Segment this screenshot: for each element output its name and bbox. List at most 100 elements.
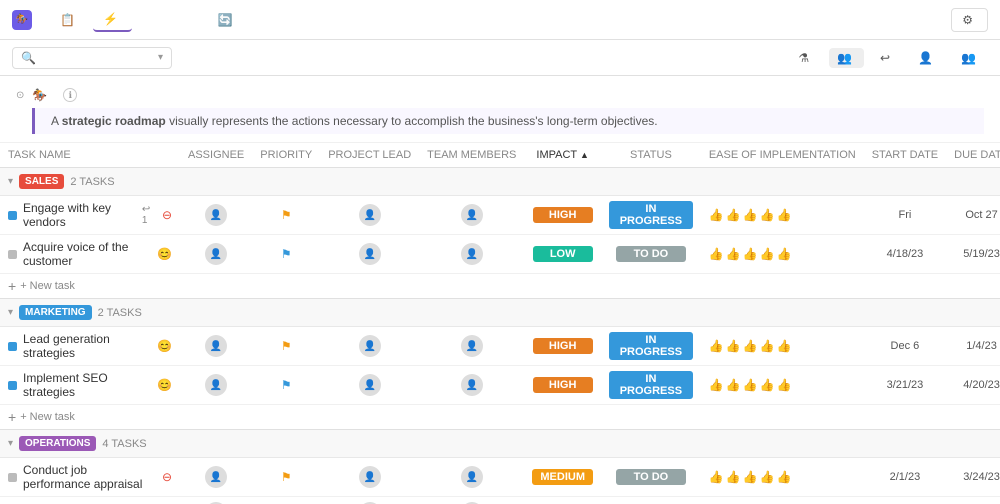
col-header-impact[interactable]: IMPACT ▲ [524,143,601,168]
priority-cell[interactable]: ⚑ [252,497,320,504]
lead-avatar[interactable]: 👤 [359,466,381,488]
filter-button[interactable]: ⚗ [790,48,821,68]
status-cell[interactable]: TO DO [601,235,701,274]
status-cell[interactable]: IN PROGRESS [601,196,701,235]
section-cell-operations: ▾ OPERATIONS 4 TASKS [0,430,1000,458]
col-header-priority: PRIORITY [252,143,320,168]
member-avatar[interactable]: 👤 [461,243,483,265]
table-container: TASK NAME ASSIGNEE PRIORITY PROJECT LEAD… [0,143,1000,504]
table-row[interactable]: Conduct job performance appraisal ⊖ 👤 ⚑ … [0,458,1000,497]
status-badge[interactable]: IN PROGRESS [609,201,693,229]
status-badge[interactable]: TO DO [616,469,686,485]
new-task-button[interactable]: + + New task [8,278,1000,294]
assignee-cell[interactable]: 👤 [180,366,252,405]
me-button[interactable]: 👤 [910,48,945,68]
ease-cell: 👍👍👍👍👍 [701,196,864,235]
members-cell[interactable]: 👤 [419,196,524,235]
lead-avatar[interactable]: 👤 [359,243,381,265]
priority-cell[interactable]: ⚑ [252,366,320,405]
assignee-button[interactable]: 👥 [953,48,988,68]
warning-icon: 😊 [157,247,172,261]
task-name: Acquire voice of the customer [23,240,151,268]
warning-icon: 😊 [157,378,172,392]
impact-cell: MEDIUM [524,497,601,504]
tab-gantt[interactable] [160,16,180,24]
tab-getting-started[interactable]: 📋 [50,9,89,31]
assignee-avatar[interactable]: 👤 [205,466,227,488]
assignee-cell[interactable]: 👤 [180,327,252,366]
assignee-avatar[interactable]: 👤 [205,204,227,226]
status-cell[interactable]: IN PROGRESS [601,327,701,366]
impact-cell: HIGH [524,366,601,405]
task-name: Conduct job performance appraisal [23,463,156,491]
assignee-cell[interactable]: 👤 [180,196,252,235]
search-box[interactable]: 🔍 ▾ [12,47,172,69]
priority-cell[interactable]: ⚑ [252,458,320,497]
lead-cell[interactable]: 👤 [320,366,419,405]
members-cell[interactable]: 👤 [419,458,524,497]
lead-cell[interactable]: 👤 [320,235,419,274]
lead-cell[interactable]: 👤 [320,327,419,366]
table-body: ▾ SALES 2 TASKS Engage with key vendors … [0,168,1000,504]
member-avatar[interactable]: 👤 [461,466,483,488]
section-chevron-sales[interactable]: ▾ [8,176,13,187]
members-cell[interactable]: 👤 [419,327,524,366]
collapse-icon[interactable]: ⊙ [16,90,24,101]
members-cell[interactable]: 👤 [419,497,524,504]
tab-timeline[interactable] [184,16,204,24]
assignee-avatar[interactable]: 👤 [205,335,227,357]
status-cell[interactable]: TO DO [601,458,701,497]
table-row[interactable]: Manpower Planning 😊 👤 ⚑ 👤 [0,497,1000,504]
section-chevron-marketing[interactable]: ▾ [8,307,13,318]
lead-avatar[interactable]: 👤 [359,204,381,226]
priority-cell[interactable]: ⚑ [252,327,320,366]
lead-cell[interactable]: 👤 [320,196,419,235]
add-view-btn[interactable] [251,16,271,24]
new-task-row-sales[interactable]: + + New task [0,274,1000,299]
assignee-avatar[interactable]: 👤 [205,243,227,265]
table-row[interactable]: Engage with key vendors ↩ 1⊖ 👤 ⚑ 👤 [0,196,1000,235]
section-header-sales: ▾ SALES 2 TASKS [8,174,1000,189]
automate-button[interactable]: ⚙ [951,8,988,32]
status-badge[interactable]: TO DO [616,246,686,262]
member-avatar[interactable]: 👤 [461,204,483,226]
subtasks-button[interactable]: ↩ [872,48,902,68]
lead-cell[interactable]: 👤 [320,497,419,504]
member-avatar[interactable]: 👤 [461,374,483,396]
assignee-avatar[interactable]: 👤 [205,374,227,396]
lead-avatar[interactable]: 👤 [359,374,381,396]
assignee-cell[interactable]: 👤 [180,235,252,274]
impact-badge: MEDIUM [532,469,593,485]
col-header-due: DUE DATE [946,143,1000,168]
new-task-row-marketing[interactable]: + + New task [0,405,1000,430]
priority-cell[interactable]: ⚑ [252,196,320,235]
assignee-cell[interactable]: 👤 [180,497,252,504]
top-nav: 🏇 📋 ⚡ 🔄 ⚙ [0,0,1000,40]
tab-progress[interactable] [136,16,156,24]
tab-initiatives[interactable]: ⚡ [93,8,132,32]
lead-avatar[interactable]: 👤 [359,335,381,357]
new-task-button[interactable]: + + New task [8,409,1000,425]
ease-cell: 👍👍👍👍👍 [701,497,864,504]
lead-cell[interactable]: 👤 [320,458,419,497]
start-date-cell: Fri [864,196,946,235]
section-count-marketing: 2 TASKS [98,307,142,319]
priority-cell[interactable]: ⚑ [252,235,320,274]
member-avatar[interactable]: 👤 [461,335,483,357]
status-badge[interactable]: IN PROGRESS [609,371,693,399]
content-area: ⊙ 🏇 ℹ A strategic roadmap visually repre… [0,76,1000,504]
search-dropdown-icon[interactable]: ▾ [158,52,163,63]
members-cell[interactable]: 👤 [419,366,524,405]
status-badge[interactable]: IN PROGRESS [609,332,693,360]
status-cell[interactable]: TO DO [601,497,701,504]
members-cell[interactable]: 👤 [419,235,524,274]
table-row[interactable]: Lead generation strategies 😊 👤 ⚑ 👤 [0,327,1000,366]
table-row[interactable]: Acquire voice of the customer 😊 👤 ⚑ 👤 [0,235,1000,274]
tab-workload[interactable]: 🔄 [208,9,247,31]
assignee-cell[interactable]: 👤 [180,458,252,497]
group-by-button[interactable]: 👥 [829,48,864,68]
status-cell[interactable]: IN PROGRESS [601,366,701,405]
task-name-cell: Acquire voice of the customer 😊 [0,235,180,274]
section-chevron-operations[interactable]: ▾ [8,438,13,449]
table-row[interactable]: Implement SEO strategies 😊 👤 ⚑ 👤 [0,366,1000,405]
